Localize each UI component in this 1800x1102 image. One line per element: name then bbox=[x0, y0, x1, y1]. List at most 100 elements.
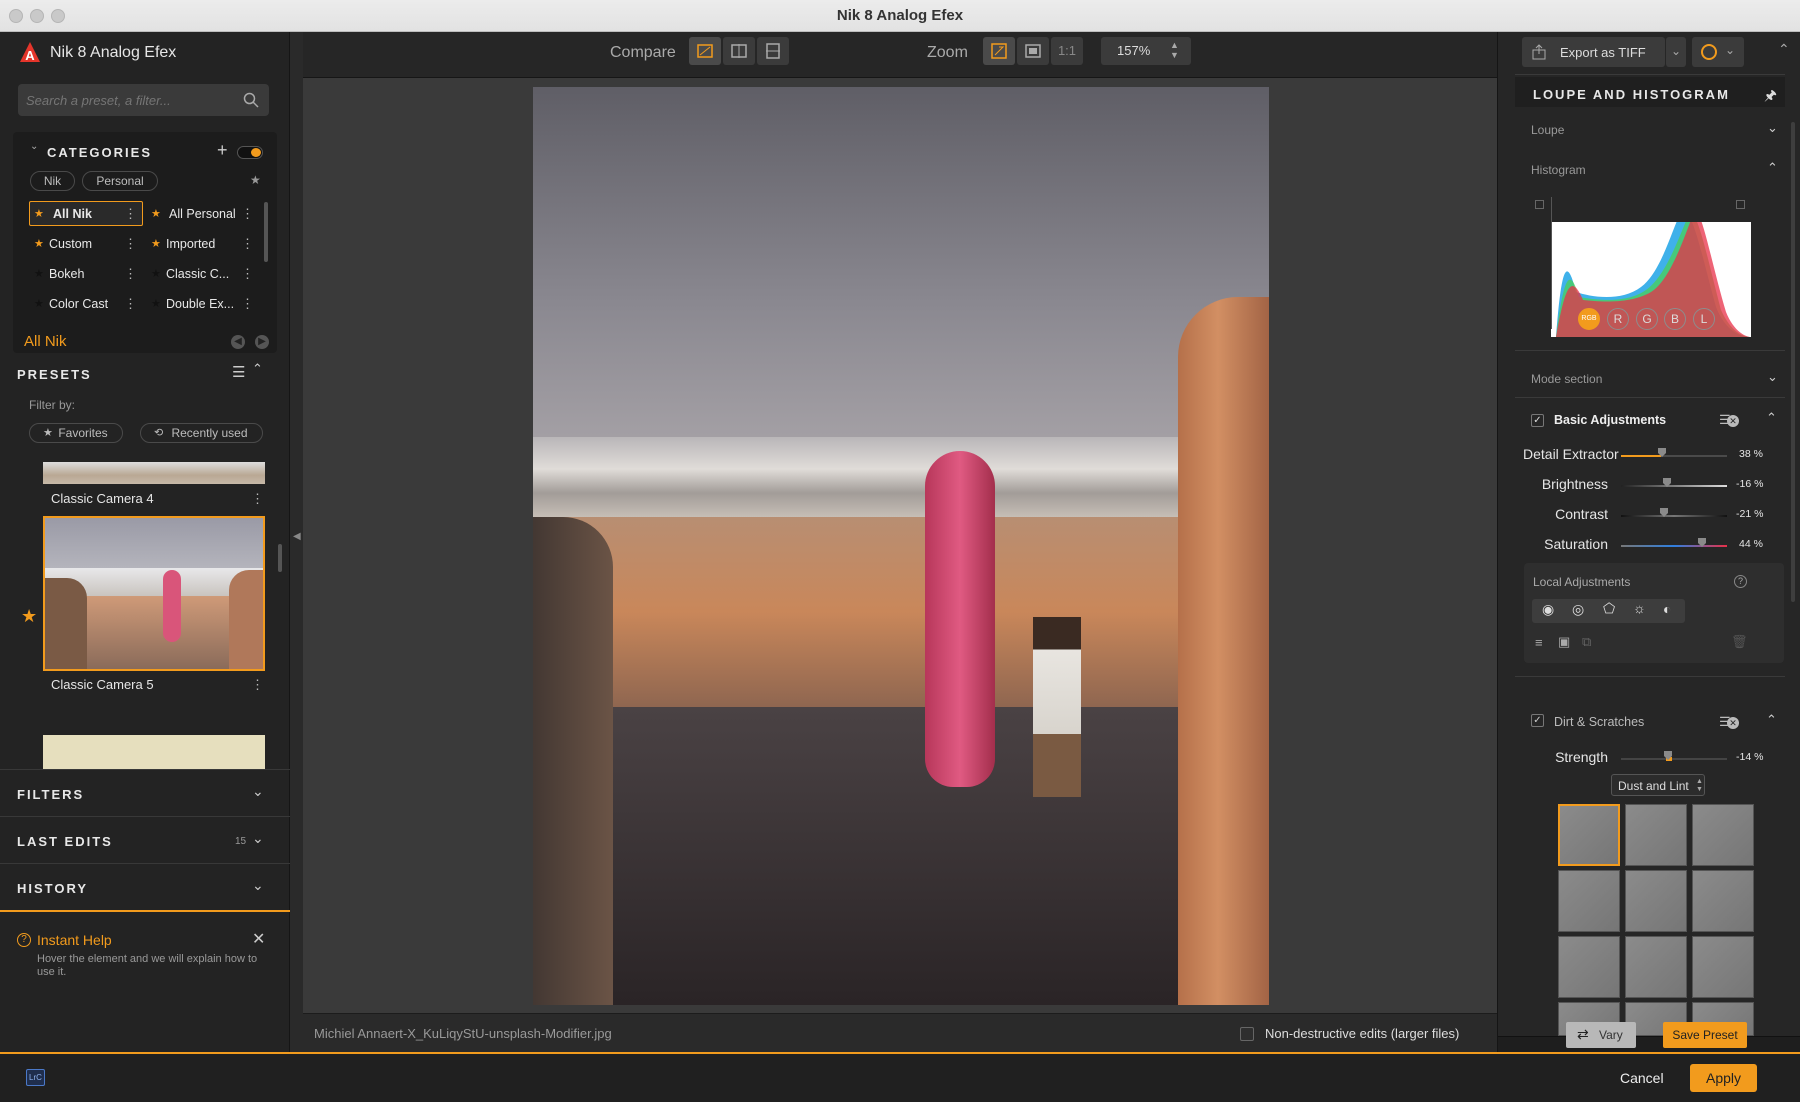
search-field[interactable] bbox=[18, 84, 269, 116]
settings-dropdown[interactable]: ⌄ bbox=[1692, 37, 1744, 67]
preset-thumbnail[interactable] bbox=[43, 462, 265, 484]
texture-thumbnail[interactable] bbox=[1692, 936, 1754, 998]
basic-adjustments-checkbox[interactable]: ✓ bbox=[1531, 414, 1544, 427]
category-color-cast[interactable]: Color Cast bbox=[49, 292, 108, 316]
saturation-slider[interactable] bbox=[1621, 545, 1727, 547]
zoom-fill-button[interactable] bbox=[1017, 37, 1049, 65]
channel-l[interactable]: L bbox=[1693, 308, 1715, 330]
category-all-personal[interactable]: All Personal bbox=[169, 202, 236, 226]
texture-thumbnail[interactable] bbox=[1625, 804, 1687, 866]
preset-label[interactable]: Classic Camera 5 bbox=[51, 677, 154, 692]
more-options-icon[interactable]: ⋮ bbox=[124, 202, 137, 226]
zoom-select[interactable]: 157% ▲ ▼ bbox=[1101, 37, 1191, 65]
list-view-icon[interactable]: ☰ bbox=[232, 363, 245, 381]
category-custom[interactable]: Custom bbox=[49, 232, 92, 256]
categories-scrollbar[interactable] bbox=[264, 202, 268, 262]
category-double-exposure[interactable]: Double Ex... bbox=[166, 292, 234, 316]
history-title[interactable]: HISTORY bbox=[17, 881, 88, 896]
strength-slider[interactable] bbox=[1621, 758, 1727, 760]
chevron-up-icon[interactable]: ⌃ bbox=[1766, 712, 1777, 728]
favorite-star-icon[interactable]: ★ bbox=[21, 606, 37, 627]
tag-personal[interactable]: Personal bbox=[82, 171, 158, 191]
close-icon[interactable]: ✕ bbox=[252, 929, 265, 949]
highlight-clipping-toggle[interactable] bbox=[1736, 200, 1745, 209]
compare-split-horizontal-button[interactable] bbox=[757, 37, 789, 65]
zoom-fit-button[interactable] bbox=[983, 37, 1015, 65]
preset-label[interactable]: Classic Camera 4 bbox=[51, 491, 154, 506]
compare-single-button[interactable] bbox=[689, 37, 721, 65]
vary-button[interactable]: ⇄ Vary bbox=[1566, 1022, 1636, 1048]
filters-title[interactable]: FILTERS bbox=[17, 787, 84, 802]
dirt-type-select[interactable]: Dust and Lint ▲ ▼ bbox=[1611, 774, 1705, 796]
chevron-down-icon[interactable]: ⌄ bbox=[30, 141, 38, 152]
chevron-down-icon[interactable]: ⌄ bbox=[1767, 120, 1778, 136]
last-edits-title[interactable]: LAST EDITS bbox=[17, 834, 113, 849]
image-canvas[interactable]: ◀ ▶ bbox=[293, 78, 1509, 1013]
save-preset-button[interactable]: Save Preset bbox=[1663, 1022, 1747, 1048]
categories-toggle[interactable] bbox=[237, 146, 263, 159]
collapse-left-icon[interactable]: ◀ bbox=[293, 531, 301, 542]
chevron-up-icon[interactable]: ⌃ bbox=[1767, 160, 1778, 176]
duplicate-icon[interactable]: ⧉ bbox=[1582, 634, 1591, 650]
right-panel-scrollbar[interactable] bbox=[1791, 122, 1795, 602]
remove-filter-icon[interactable]: ✕ bbox=[1727, 717, 1739, 729]
lasso-icon[interactable]: ⬠ bbox=[1603, 600, 1615, 617]
collapse-panel-icon[interactable]: ⌃ bbox=[1778, 41, 1790, 58]
more-options-icon[interactable]: ⋮ bbox=[124, 262, 137, 286]
nondestructive-checkbox[interactable] bbox=[1240, 1027, 1254, 1041]
mask-view-icon[interactable]: ▣ bbox=[1558, 634, 1570, 650]
remove-filter-icon[interactable]: ✕ bbox=[1727, 415, 1739, 427]
more-options-icon[interactable]: ⋮ bbox=[251, 487, 264, 511]
more-options-icon[interactable]: ⋮ bbox=[241, 202, 254, 226]
detail-extractor-slider[interactable] bbox=[1621, 455, 1727, 457]
more-options-icon[interactable]: ⋮ bbox=[241, 232, 254, 256]
eye-icon[interactable]: ◎ bbox=[1572, 601, 1584, 618]
histogram-label[interactable]: Histogram bbox=[1531, 163, 1586, 177]
export-button[interactable]: Export as TIFF bbox=[1522, 37, 1665, 67]
lightroom-icon[interactable]: LrC bbox=[26, 1069, 45, 1086]
category-bokeh[interactable]: Bokeh bbox=[49, 262, 84, 286]
zoom-one-to-one-button[interactable]: 1:1 bbox=[1051, 37, 1083, 65]
photo-preview[interactable] bbox=[533, 87, 1269, 1005]
trash-icon[interactable]: 🗑 bbox=[1731, 634, 1748, 650]
shadow-clipping-toggle[interactable] bbox=[1535, 200, 1544, 209]
category-classic[interactable]: Classic C... bbox=[166, 262, 229, 286]
chevron-up-icon[interactable]: ⌃ bbox=[252, 361, 263, 377]
star-icon[interactable]: ★ bbox=[250, 173, 261, 187]
more-options-icon[interactable]: ⋮ bbox=[124, 292, 137, 316]
chevron-down-icon[interactable]: ⌄ bbox=[252, 877, 264, 894]
mode-section-label[interactable]: Mode section bbox=[1531, 372, 1602, 386]
texture-thumbnail[interactable] bbox=[1692, 804, 1754, 866]
channel-g[interactable]: G bbox=[1636, 308, 1658, 330]
channel-rgb[interactable]: RGB bbox=[1578, 308, 1600, 330]
search-icon[interactable] bbox=[243, 92, 259, 113]
gradient-icon[interactable]: ◐ bbox=[1663, 601, 1671, 617]
loupe-label[interactable]: Loupe bbox=[1531, 123, 1564, 137]
brightness-slider[interactable] bbox=[1621, 485, 1727, 487]
search-input[interactable] bbox=[26, 91, 231, 109]
apply-button[interactable]: Apply bbox=[1690, 1064, 1757, 1092]
texture-thumbnail[interactable] bbox=[1558, 870, 1620, 932]
channel-r[interactable]: R bbox=[1607, 308, 1629, 330]
more-options-icon[interactable]: ⋮ bbox=[251, 673, 264, 697]
chevron-down-icon[interactable]: ⌄ bbox=[252, 783, 264, 800]
add-category-icon[interactable]: + bbox=[217, 140, 228, 161]
category-imported[interactable]: Imported bbox=[166, 232, 215, 256]
texture-thumbnail[interactable] bbox=[1558, 804, 1620, 866]
compare-split-vertical-button[interactable] bbox=[723, 37, 755, 65]
chevron-down-icon[interactable]: ⌄ bbox=[252, 830, 264, 847]
control-point-icon[interactable]: ◉ bbox=[1542, 601, 1554, 618]
more-options-icon[interactable]: ⋮ bbox=[241, 262, 254, 286]
help-icon[interactable]: ? bbox=[1734, 575, 1747, 588]
preset-thumbnail[interactable] bbox=[43, 735, 265, 769]
brightness-brush-icon[interactable]: ☼ bbox=[1633, 600, 1646, 616]
export-options-dropdown[interactable]: ⌄ bbox=[1666, 37, 1686, 67]
cancel-button[interactable]: Cancel bbox=[1620, 1070, 1664, 1086]
contrast-slider[interactable] bbox=[1621, 515, 1727, 517]
tag-nik[interactable]: Nik bbox=[30, 171, 75, 191]
chevron-up-icon[interactable]: ⌃ bbox=[1766, 410, 1777, 426]
dirt-scratches-checkbox[interactable]: ✓ bbox=[1531, 714, 1544, 727]
texture-thumbnail[interactable] bbox=[1625, 936, 1687, 998]
presets-scrollbar[interactable] bbox=[278, 544, 282, 572]
texture-thumbnail[interactable] bbox=[1558, 936, 1620, 998]
